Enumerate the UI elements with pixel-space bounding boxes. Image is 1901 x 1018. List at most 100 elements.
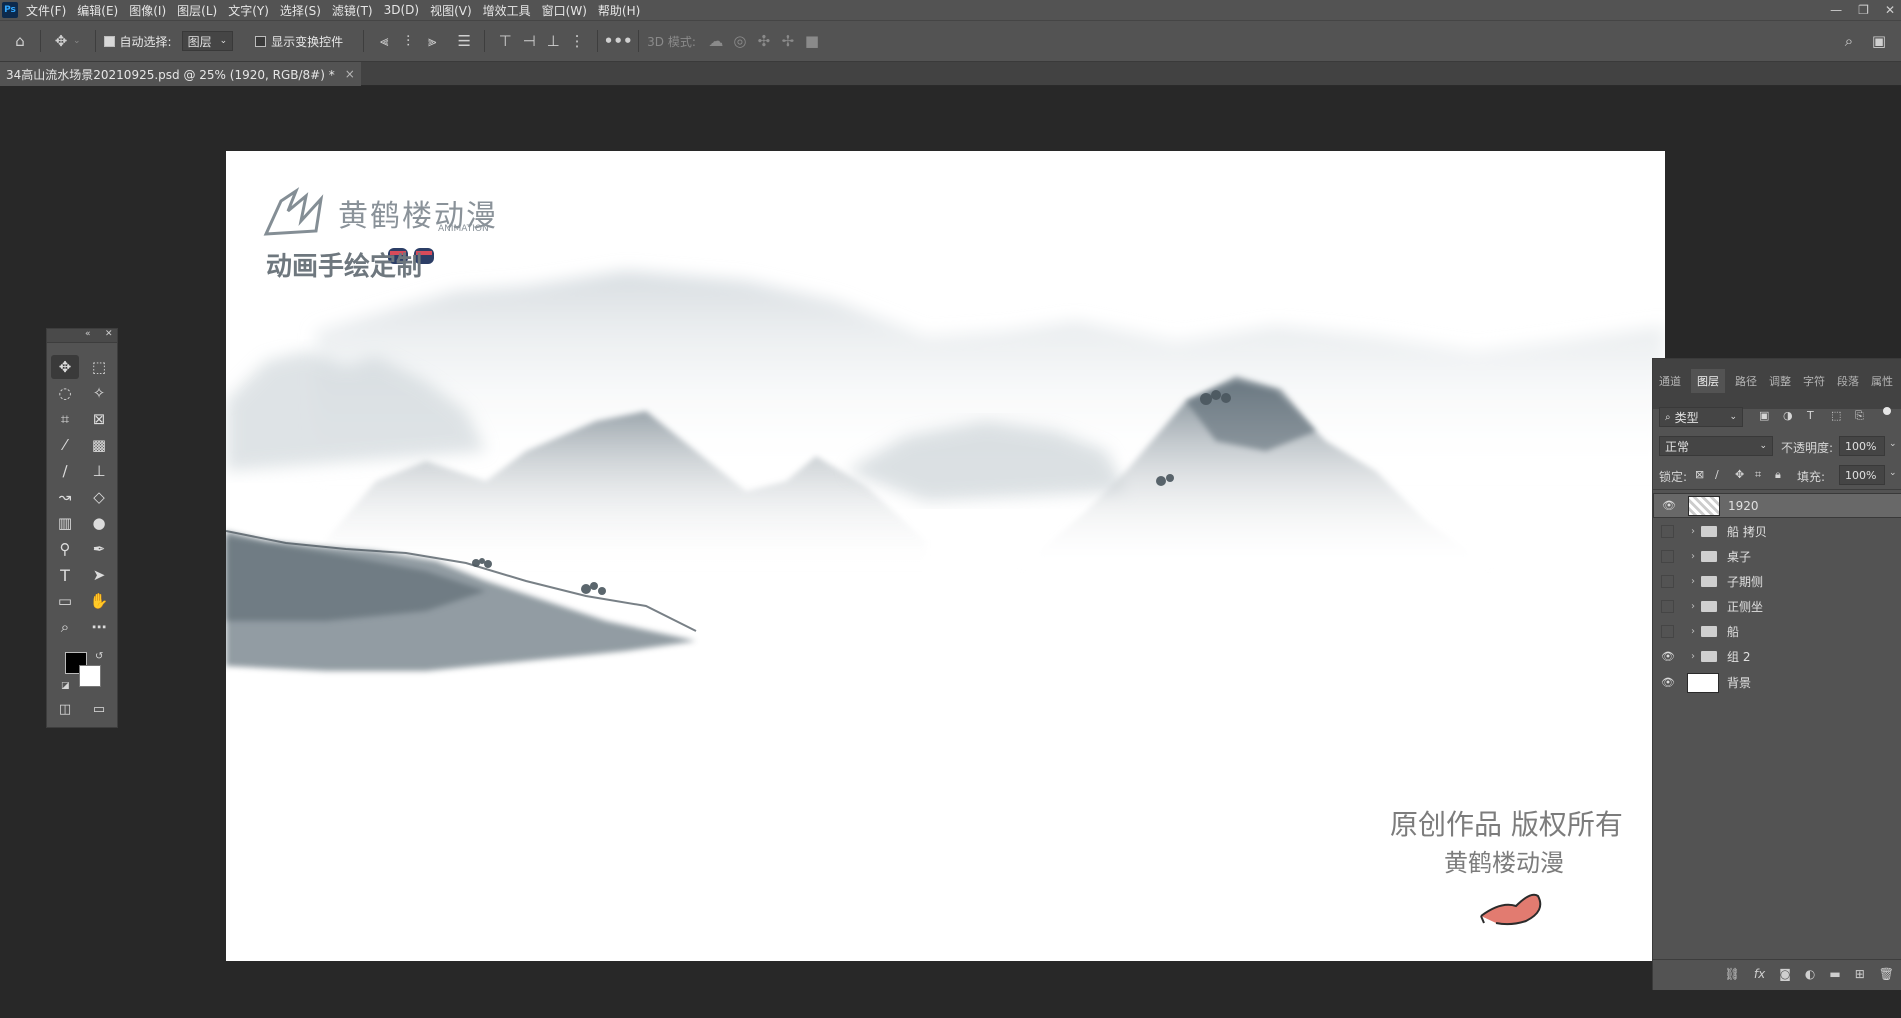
close-button[interactable]: ✕ — [1885, 3, 1895, 17]
lock-position-icon[interactable]: ✥ — [1735, 468, 1744, 481]
lock-pixels-icon[interactable]: ∕ — [1715, 468, 1719, 481]
expand-chevron-icon[interactable]: › — [1691, 626, 1695, 637]
menu-view[interactable]: 视图(V) — [430, 2, 472, 19]
3d-slide-icon[interactable]: ✢ — [776, 29, 800, 53]
chevron-down-icon[interactable]: ⌄ — [73, 36, 81, 46]
layer-row[interactable]: 👁︎ › 组 2 — [1653, 644, 1901, 669]
3d-pan-icon[interactable]: ✣ — [752, 29, 776, 53]
new-group-icon[interactable]: ▬ — [1829, 967, 1840, 981]
align-right-icon[interactable]: ⫸ — [420, 29, 444, 53]
lock-artboard-icon[interactable]: ⌗ — [1755, 468, 1761, 482]
background-color-swatch[interactable] — [79, 665, 101, 687]
zoom-tool-icon[interactable]: ⌕ — [51, 615, 79, 639]
layer-row[interactable]: › 子期侧 — [1653, 569, 1901, 594]
new-layer-icon[interactable]: ⊞ — [1855, 967, 1865, 981]
adjustment-layer-icon[interactable]: ◐ — [1805, 967, 1815, 981]
distribute-v-icon[interactable]: ⋮ — [565, 29, 589, 53]
brush-tool-icon[interactable]: ∕ — [51, 459, 79, 483]
chevron-down-icon[interactable]: ⌄ — [1889, 468, 1897, 478]
stamp-tool-icon[interactable]: ⊥ — [85, 459, 113, 483]
filter-smart-icon[interactable]: ⎘ — [1855, 409, 1864, 423]
menu-window[interactable]: 窗口(W) — [542, 2, 587, 19]
menu-plugins[interactable]: 增效工具 — [483, 2, 531, 19]
layer-row[interactable]: › 正侧坐 — [1653, 594, 1901, 619]
layer-row[interactable]: 👁︎ 背景 — [1653, 670, 1901, 695]
tab-character[interactable]: 字符 — [1803, 373, 1825, 389]
workspace-icon[interactable]: ▣ — [1867, 29, 1891, 53]
pen-tool-icon[interactable]: ✒ — [85, 537, 113, 561]
auto-select-checkbox[interactable] — [103, 35, 115, 47]
fx-icon[interactable]: fx — [1754, 967, 1765, 981]
blur-tool-icon[interactable]: ● — [85, 511, 113, 535]
visibility-toggle[interactable] — [1661, 625, 1674, 638]
tab-properties[interactable]: 属性 — [1871, 373, 1893, 389]
restore-button[interactable]: ❐ — [1858, 3, 1869, 17]
auto-select-target-dropdown[interactable]: 图层 ⌄ — [181, 31, 234, 51]
filter-shape-icon[interactable]: ⬚ — [1831, 409, 1841, 422]
expand-chevron-icon[interactable]: › — [1691, 526, 1695, 537]
more-options-icon[interactable]: ••• — [604, 29, 633, 53]
tools-panel-header[interactable]: « ✕ — [47, 329, 117, 343]
fill-input[interactable]: 100% — [1839, 465, 1885, 485]
tab-adjustments[interactable]: 调整 — [1769, 373, 1791, 389]
magic-wand-icon[interactable]: ✧ — [85, 381, 113, 405]
eyedropper-icon[interactable]: ⁄ — [51, 433, 79, 457]
align-center-h-icon[interactable]: ⫶ — [396, 29, 420, 53]
expand-chevron-icon[interactable]: › — [1691, 551, 1695, 562]
layer-row[interactable]: › 船 拷贝 — [1653, 519, 1901, 544]
more-tools-icon[interactable]: ⋯ — [85, 615, 113, 639]
visibility-toggle[interactable] — [1661, 525, 1674, 538]
filter-pixel-icon[interactable]: ▣ — [1759, 409, 1769, 422]
show-transform-checkbox[interactable] — [255, 35, 267, 47]
menu-3d[interactable]: 3D(D) — [384, 3, 419, 17]
expand-chevron-icon[interactable]: › — [1691, 576, 1695, 587]
collapse-icon[interactable]: « — [85, 329, 91, 339]
visibility-eye-icon[interactable]: 👁︎ — [1662, 499, 1676, 513]
visibility-eye-icon[interactable]: 👁︎ — [1661, 650, 1675, 664]
frame-tool-icon[interactable]: ⊠ — [85, 407, 113, 431]
gradient-tool-icon[interactable]: ▥ — [51, 511, 79, 535]
close-tab-icon[interactable]: × — [345, 67, 355, 81]
type-tool-icon[interactable]: T — [51, 563, 79, 587]
align-middle-icon[interactable]: ⊣ — [517, 29, 541, 53]
document-canvas[interactable]: 黄鹤楼动漫 ANIMATION 动画手绘定制 原创作品 版权所有 黄鹤楼动漫 — [226, 151, 1665, 961]
healing-brush-icon[interactable]: ▩ — [85, 433, 113, 457]
add-mask-icon[interactable]: ◙ — [1779, 967, 1791, 981]
crop-tool-icon[interactable]: ⌗ — [51, 407, 79, 431]
menu-select[interactable]: 选择(S) — [280, 2, 321, 19]
hand-tool-icon[interactable]: ✋ — [85, 589, 113, 613]
lock-transparent-icon[interactable]: ⊠ — [1695, 468, 1704, 481]
visibility-toggle[interactable] — [1661, 575, 1674, 588]
marquee-tool-icon[interactable]: ⬚ — [85, 355, 113, 379]
blend-mode-dropdown[interactable]: 正常 ⌄ — [1659, 436, 1773, 456]
distribute-icon[interactable]: ☰ — [452, 29, 476, 53]
close-panel-icon[interactable]: ✕ — [105, 329, 113, 339]
move-tool-icon[interactable]: ✥ — [49, 29, 73, 53]
move-tool-icon[interactable]: ✥ — [51, 355, 79, 379]
dodge-tool-icon[interactable]: ⚲ — [51, 537, 79, 561]
opacity-input[interactable]: 100% — [1839, 436, 1885, 456]
document-tab[interactable]: 34高山流水场景20210925.psd @ 25% (1920, RGB/8#… — [0, 62, 361, 86]
home-icon[interactable]: ⌂ — [8, 29, 32, 53]
lasso-tool-icon[interactable]: ◌ — [51, 381, 79, 405]
tab-channels[interactable]: 通道 — [1659, 373, 1681, 389]
align-bottom-icon[interactable]: ⊥ — [541, 29, 565, 53]
eraser-tool-icon[interactable]: ◇ — [85, 485, 113, 509]
minimize-button[interactable]: — — [1830, 3, 1842, 17]
layer-filter-dropdown[interactable]: ⌕ 类型 ⌄ — [1659, 407, 1743, 427]
expand-chevron-icon[interactable]: › — [1691, 601, 1695, 612]
filter-adjust-icon[interactable]: ◑ — [1783, 409, 1793, 422]
lock-all-icon[interactable]: 🔒︎ — [1775, 468, 1781, 482]
layer-row[interactable]: › 桌子 — [1653, 544, 1901, 569]
swap-colors-icon[interactable]: ↺ — [95, 651, 103, 662]
expand-chevron-icon[interactable]: › — [1691, 651, 1695, 662]
visibility-toggle[interactable] — [1661, 550, 1674, 563]
visibility-eye-icon[interactable]: 👁︎ — [1661, 676, 1675, 690]
tab-paragraph[interactable]: 段落 — [1837, 373, 1859, 389]
history-brush-icon[interactable]: ↝ — [51, 485, 79, 509]
3d-camera-icon[interactable]: ■ — [800, 29, 824, 53]
align-left-icon[interactable]: ⫷ — [372, 29, 396, 53]
layer-row[interactable]: 👁︎ 1920 — [1653, 493, 1901, 518]
path-select-icon[interactable]: ➤ — [85, 563, 113, 587]
3d-roll-icon[interactable]: ◎ — [728, 29, 752, 53]
